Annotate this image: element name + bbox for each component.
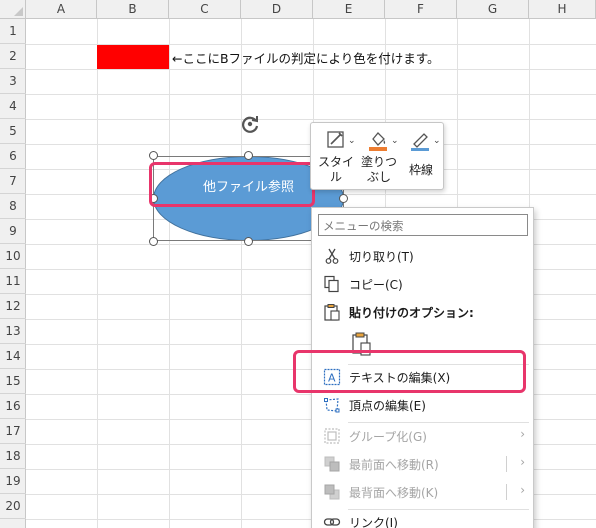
resize-handle-mr[interactable] — [339, 194, 348, 203]
resize-handle-tc[interactable] — [244, 151, 253, 160]
shape-style-button[interactable]: ⌄ スタイ ル — [317, 127, 356, 187]
column-header-g[interactable]: G — [457, 0, 529, 19]
chevron-right-icon: › — [520, 427, 525, 441]
column-header-e[interactable]: E — [313, 0, 385, 19]
highlight-menu-annotation — [293, 350, 526, 393]
fill-button-label-2: ぶし — [366, 170, 391, 184]
row-header[interactable]: 5 — [0, 119, 26, 144]
row-header[interactable]: 1 — [0, 19, 26, 44]
row-header[interactable]: 17 — [0, 419, 26, 444]
row-header[interactable]: 7 — [0, 169, 26, 194]
menu-item-bring-to-front[interactable]: 最前面へ移動(R) › — [312, 450, 533, 478]
group-icon — [324, 428, 340, 444]
menu-item-label: 頂点の編集(E) — [349, 399, 426, 413]
row-header[interactable]: 3 — [0, 69, 26, 94]
menu-item-label: 最背面へ移動(K) — [349, 486, 439, 500]
mini-toolbar: ⌄ スタイ ル ⌄ 塗りつ ぶし ⌄ 枠線 — [310, 122, 444, 190]
shape-fill-button[interactable]: ⌄ 塗りつ ぶし — [359, 127, 399, 187]
row-header[interactable]: 11 — [0, 269, 26, 294]
column-headers: A B C D E F G H — [26, 0, 596, 19]
row-header[interactable]: 2 — [0, 44, 26, 69]
column-header-d[interactable]: D — [241, 0, 313, 19]
menu-item-label: コピー(C) — [349, 278, 403, 292]
menu-item-cut[interactable]: 切り取り(T) — [312, 242, 533, 270]
row-header[interactable]: 4 — [0, 94, 26, 119]
edit-points-icon — [324, 398, 340, 413]
menu-item-send-to-back[interactable]: 最背面へ移動(K) › — [312, 478, 533, 506]
menu-item-paste-options: 貼り付けのオプション: — [312, 298, 533, 326]
chevron-down-icon: ⌄ — [433, 136, 441, 146]
select-all-corner[interactable] — [0, 0, 26, 19]
row-header[interactable]: 18 — [0, 444, 26, 469]
row-header[interactable]: 12 — [0, 294, 26, 319]
row-header[interactable]: 19 — [0, 469, 26, 494]
menu-search-input[interactable]: メニューの検索 — [318, 214, 528, 236]
row-header[interactable]: 15 — [0, 369, 26, 394]
column-header-h[interactable]: H — [529, 0, 596, 19]
style-button-label: スタイ — [317, 155, 354, 169]
resize-handle-tl[interactable] — [149, 151, 158, 160]
row-header[interactable]: 20 — [0, 494, 26, 519]
menu-search-placeholder: メニューの検索 — [323, 219, 404, 233]
row-headers: 1 2 3 4 5 6 7 8 9 10 11 12 13 14 15 16 1… — [0, 19, 26, 528]
highlight-shape-annotation — [149, 162, 315, 207]
row-header[interactable]: 14 — [0, 344, 26, 369]
row-header[interactable]: 10 — [0, 244, 26, 269]
menu-item-label: 貼り付けのオプション: — [349, 306, 474, 320]
scissors-icon — [325, 248, 339, 264]
rotate-handle-icon[interactable] — [239, 113, 261, 135]
resize-handle-bc[interactable] — [244, 237, 253, 246]
paint-bucket-icon — [369, 132, 387, 151]
column-header-b[interactable]: B — [97, 0, 169, 19]
copy-icon — [324, 275, 339, 293]
column-header-f[interactable]: F — [385, 0, 457, 19]
chevron-right-icon: › — [520, 483, 525, 497]
row-header[interactable]: 8 — [0, 194, 26, 219]
chevron-right-icon: › — [520, 455, 525, 469]
menu-item-label: 最前面へ移動(R) — [349, 458, 439, 472]
chevron-down-icon: ⌄ — [391, 136, 399, 146]
menu-item-copy[interactable]: コピー(C) — [312, 270, 533, 298]
fill-button-label: 塗りつ — [360, 155, 398, 169]
note-text-c2[interactable]: ←ここにBファイルの判定により色を付けます。 — [172, 48, 440, 67]
paste-icon — [324, 304, 340, 321]
style-button-label-2: ル — [329, 170, 342, 184]
send-back-icon — [324, 484, 340, 500]
column-header-c[interactable]: C — [169, 0, 241, 19]
menu-item-edit-points[interactable]: 頂点の編集(E) — [312, 391, 533, 419]
bring-front-icon — [324, 456, 340, 472]
outline-button-label: 枠線 — [408, 163, 433, 177]
row-header[interactable]: 6 — [0, 144, 26, 169]
row-header[interactable]: 13 — [0, 319, 26, 344]
pen-outline-icon — [411, 133, 429, 151]
flag-cell-b2[interactable] — [97, 45, 169, 69]
resize-handle-bl[interactable] — [149, 237, 158, 246]
shape-outline-button[interactable]: ⌄ 枠線 — [401, 127, 441, 187]
menu-item-label: 切り取り(T) — [349, 250, 414, 264]
chevron-down-icon: ⌄ — [348, 136, 356, 146]
menu-item-link[interactable]: リンク(I) — [312, 508, 533, 528]
row-header[interactable]: 9 — [0, 219, 26, 244]
link-icon — [323, 518, 341, 526]
row-header[interactable]: 16 — [0, 394, 26, 419]
shape-style-icon — [327, 131, 344, 148]
menu-item-label: グループ化(G) — [349, 430, 427, 444]
column-header-a[interactable]: A — [26, 0, 97, 19]
menu-item-group[interactable]: グループ化(G) › — [312, 422, 533, 450]
menu-item-label: リンク(I) — [349, 516, 398, 528]
